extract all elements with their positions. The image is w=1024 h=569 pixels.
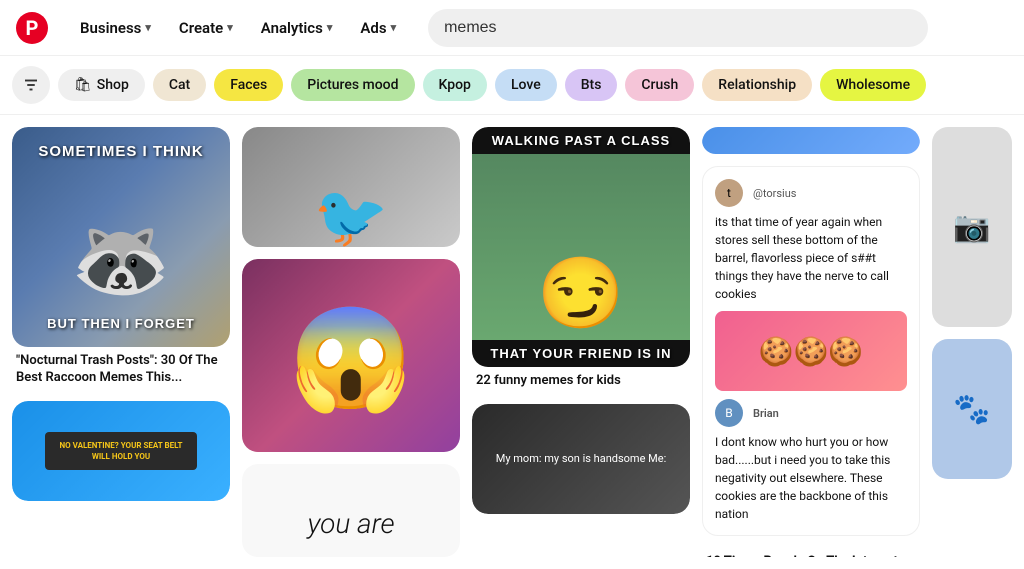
tweet1-body: its that time of year again when stores …	[715, 213, 907, 303]
raccoon-top-text: SOMETIMES I THINK	[38, 143, 203, 160]
pin-sully[interactable]: ♡ padre soltero ♡ aidangallagher y tu	[242, 259, 460, 451]
chevron-down-icon: ▾	[227, 21, 233, 34]
nav-ads[interactable]: Ads ▾	[348, 11, 408, 45]
chevron-down-icon: ▾	[145, 21, 151, 34]
pin-raccoon[interactable]: SOMETIMES I THINK BUT THEN I FORGET "Noc…	[12, 127, 230, 389]
pin-grid: SOMETIMES I THINK BUT THEN I FORGET "Noc…	[0, 115, 1024, 569]
class-text-bottom: THAT YOUR FRIEND IS IN	[472, 340, 690, 367]
pin-article-2[interactable]: 19 Times People On The Internet Totally,…	[702, 548, 920, 557]
chip-shop[interactable]: 🛍 Shop	[58, 69, 145, 101]
tweet1-handle: @torsius	[753, 187, 796, 200]
grid-col-3: WALKING PAST A CLASS THAT YOUR FRIEND IS…	[472, 127, 690, 557]
tweet1-cookies-image: 🍪🍪🍪	[715, 311, 907, 391]
chip-faces[interactable]: Faces	[214, 69, 283, 101]
nav-analytics[interactable]: Analytics ▾	[249, 11, 345, 45]
billboard-sign-text: NO VALENTINE? YOUR SEAT BELT WILL HOLD Y…	[45, 432, 198, 470]
pin-youare[interactable]: you are	[242, 464, 460, 557]
grid-col-1: SOMETIMES I THINK BUT THEN I FORGET "Noc…	[12, 127, 230, 557]
grid-col-5: 📷 🐾	[932, 127, 1012, 557]
chip-bts[interactable]: Bts	[565, 69, 618, 101]
chip-relationship[interactable]: Relationship	[702, 69, 812, 101]
chip-love[interactable]: Love	[495, 69, 557, 101]
header: P Business ▾ Create ▾ Analytics ▾ Ads ▾	[0, 0, 1024, 56]
raccoon-bottom-text: BUT THEN I FORGET	[47, 316, 195, 331]
tweet-card-1[interactable]: t @torsius its that time of year again w…	[702, 166, 920, 536]
chip-wholesome[interactable]: Wholesome	[820, 69, 926, 101]
tweet2-avatar: B	[715, 399, 743, 427]
youare-text: you are	[307, 507, 394, 540]
pin-col5-1[interactable]: 📷	[932, 127, 1012, 327]
chip-cat[interactable]: Cat	[153, 69, 206, 101]
tweet2-handle: Brian	[753, 407, 779, 420]
main-nav: Business ▾ Create ▾ Analytics ▾ Ads ▾	[68, 11, 408, 45]
chip-crush[interactable]: Crush	[625, 69, 694, 101]
mom-text: My mom: my son is handsome Me:	[496, 451, 667, 468]
grid-col-4: Your opinion is trash Taking The High Ro…	[702, 127, 920, 557]
chip-kpop[interactable]: Kpop	[423, 69, 487, 101]
article2-title: 19 Times People On The Internet Totally,…	[702, 548, 920, 557]
pin-col5-2[interactable]: 🐾	[932, 339, 1012, 479]
search-input[interactable]	[428, 9, 928, 47]
tweet2-header: B Brian	[715, 399, 907, 427]
pin-mom[interactable]: My mom: my son is handsome Me:	[472, 404, 690, 514]
nav-business[interactable]: Business ▾	[68, 11, 163, 45]
tweet2-body: I dont know who hurt you or how bad.....…	[715, 433, 907, 523]
pin-walking-class[interactable]: WALKING PAST A CLASS THAT YOUR FRIEND IS…	[472, 127, 690, 392]
pin-bird[interactable]: Where Were You?!	[242, 127, 460, 247]
chips-row: 🛍 Shop Cat Faces Pictures mood Kpop Love…	[0, 56, 1024, 115]
filter-button[interactable]	[12, 66, 50, 104]
raccoon-pin-title: "Nocturnal Trash Posts": 30 Of The Best …	[12, 347, 230, 389]
grid-col-2: Where Were You?! ♡ padre soltero ♡ aidan…	[242, 127, 460, 557]
class-text-top: WALKING PAST A CLASS	[472, 127, 690, 154]
pin-billboard[interactable]: NO VALENTINE? YOUR SEAT BELT WILL HOLD Y…	[12, 401, 230, 501]
tweet1-avatar: t	[715, 179, 743, 207]
pin-high-road[interactable]: Your opinion is trash Taking The High Ro…	[702, 127, 920, 154]
nav-create[interactable]: Create ▾	[167, 11, 245, 45]
chevron-down-icon: ▾	[391, 21, 397, 34]
chip-pictures-mood[interactable]: Pictures mood	[291, 69, 414, 101]
class-pin-title: 22 funny memes for kids	[472, 367, 690, 392]
tweet1-header: t @torsius	[715, 179, 907, 207]
chevron-down-icon: ▾	[327, 21, 333, 34]
shop-bag-icon: 🛍	[74, 77, 92, 93]
pinterest-logo[interactable]: P	[16, 12, 48, 44]
article-top-image: Your opinion is trash	[702, 127, 920, 154]
